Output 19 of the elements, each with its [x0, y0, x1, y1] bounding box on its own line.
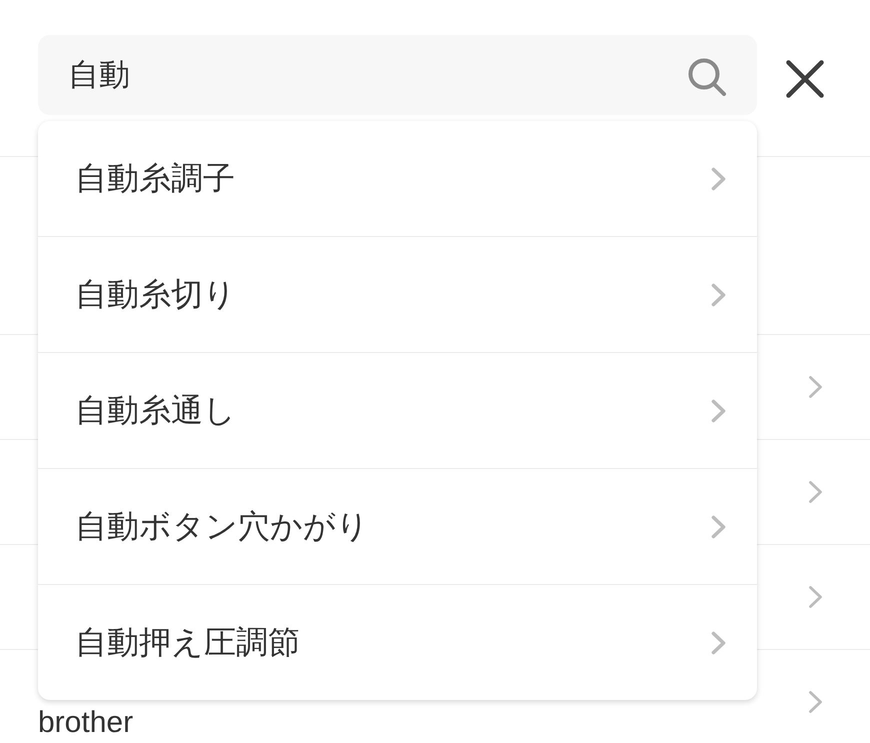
chevron-icon — [808, 375, 823, 399]
suggestion-item[interactable]: 自動押え圧調節 — [38, 585, 757, 700]
chevron-icon — [711, 398, 726, 422]
chevron-icon — [711, 514, 726, 538]
suggestion-item[interactable]: 自動ボタン穴かがり — [38, 469, 757, 585]
close-button[interactable] — [786, 60, 824, 98]
suggestion-item[interactable]: 自動糸調子 — [38, 121, 757, 237]
list-item-label: brother — [38, 706, 134, 740]
chevron-icon — [711, 282, 726, 306]
chevron-icon — [808, 480, 823, 504]
search-icon[interactable] — [687, 58, 727, 96]
chevron-icon — [808, 585, 823, 609]
chevron-icon — [711, 630, 726, 654]
suggestion-item[interactable]: 自動糸通し — [38, 353, 757, 469]
close-icon — [786, 60, 824, 98]
suggestion-item[interactable]: 自動糸切り — [38, 237, 757, 353]
chevron-icon — [711, 166, 726, 190]
chevron-icon — [808, 690, 823, 714]
search-field[interactable]: 自動 — [38, 35, 757, 115]
